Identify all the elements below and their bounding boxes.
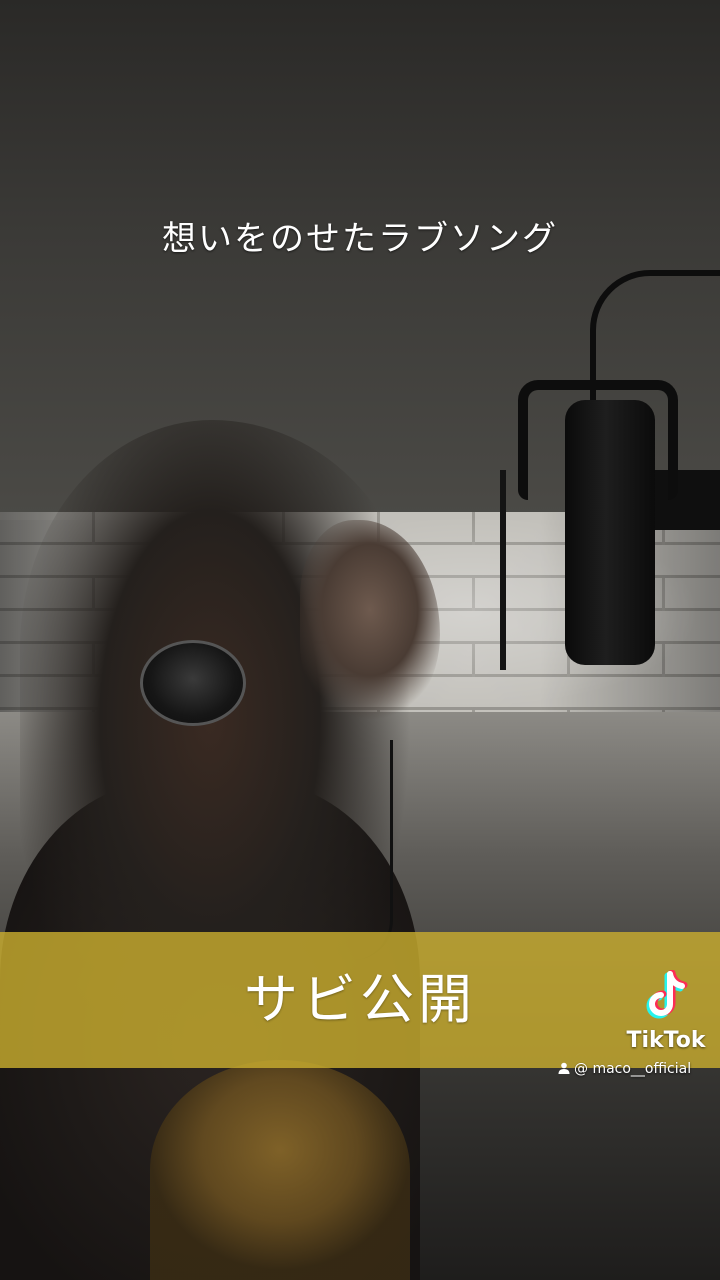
top-caption: 想いをのせたラブソング — [162, 219, 558, 259]
headphone — [140, 640, 246, 726]
microphone-cable-hanging — [500, 470, 506, 670]
singer-shirt — [150, 1060, 410, 1280]
tiktok-note-icon — [646, 970, 688, 1019]
microphone — [565, 400, 655, 665]
tiktok-username: @ maco__official — [558, 1058, 718, 1080]
video-frame[interactable]: 想いをのせたラブソング サビ公開 TikTok @ maco__official — [0, 0, 720, 1280]
tiktok-username-text: @ maco__official — [574, 1061, 692, 1077]
person-icon — [558, 1062, 570, 1074]
tiktok-brand-label: TikTok — [626, 1028, 706, 1053]
headphone-cable — [330, 740, 393, 960]
